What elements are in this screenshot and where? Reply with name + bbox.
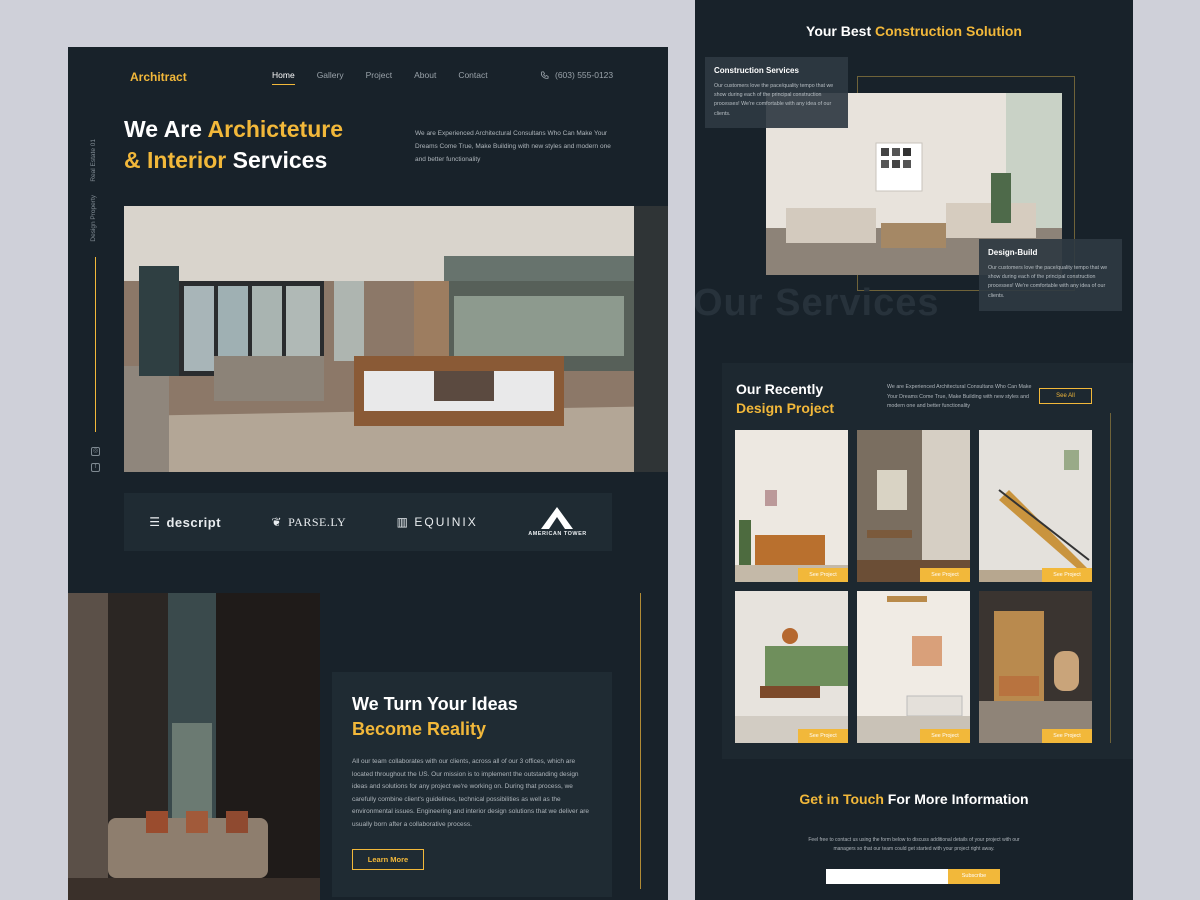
landing-right-panel: Your Best Construction Solution Construc… xyxy=(695,0,1133,900)
subscribe-email-input[interactable] xyxy=(826,869,948,884)
instagram-icon[interactable]: ◎ xyxy=(91,447,100,456)
phone-icon xyxy=(540,70,549,79)
recent-projects-section: Our Recently Design Project We are Exper… xyxy=(722,363,1133,759)
hero-title-part: We Are xyxy=(124,116,208,142)
logo[interactable]: Architract xyxy=(130,70,187,84)
contact-title: Get in Touch For More Information xyxy=(695,790,1133,809)
construction-services-title: Construction Services xyxy=(714,66,799,75)
hero-description: We are Experienced Architectural Consult… xyxy=(415,130,611,163)
ideas-text: All our team collaborates with our clien… xyxy=(352,758,590,828)
see-project-button[interactable]: See Project xyxy=(1042,568,1092,582)
brand-descript: ☰ descript xyxy=(149,515,221,530)
facebook-icon[interactable]: f xyxy=(91,463,100,472)
hero-title: We Are Archicteture & Interior Services xyxy=(124,114,424,176)
see-project-button[interactable]: See Project xyxy=(798,729,848,743)
our-services-watermark: Our Services xyxy=(695,282,940,324)
contact-title-part: For More Information xyxy=(883,791,1029,807)
hero-title-accent: Archicteture xyxy=(207,116,343,142)
ideas-card: We Turn Your Ideas Become Reality All ou… xyxy=(332,672,612,897)
see-project-button[interactable]: See Project xyxy=(1042,729,1092,743)
hero-title-part-2: Services xyxy=(226,147,328,173)
phone[interactable]: (603) 555-0123 xyxy=(540,70,613,80)
ideas-title-accent: Become Reality xyxy=(352,719,487,739)
design-build-text: Our customers love the pace/quality temp… xyxy=(988,265,1108,299)
american-tower-logo-icon xyxy=(541,507,574,529)
nav-project[interactable]: Project xyxy=(366,70,392,85)
construction-services-text: Our customers love the pace/quality temp… xyxy=(714,83,834,117)
design-build-card: Design-Build Our customers love the pace… xyxy=(979,239,1122,311)
nav-about[interactable]: About xyxy=(414,70,436,85)
project-tile[interactable]: See Project xyxy=(857,430,970,582)
project-tile[interactable]: See Project xyxy=(735,430,848,582)
projects-description: We are Experienced Architectural Consult… xyxy=(887,384,1032,409)
equinix-logo-icon: ▥ xyxy=(396,515,409,529)
brand-equinix: ▥ EQUINIX xyxy=(397,515,478,529)
project-tile[interactable]: See Project xyxy=(979,430,1092,582)
brand-parsely: ❦ PARSE.LY xyxy=(272,515,347,530)
side-label-real-estate: Real Estate 01 xyxy=(90,139,97,182)
contact-title-accent: Get in Touch xyxy=(799,791,884,807)
phone-number: (603) 555-0123 xyxy=(555,70,614,80)
project-tile[interactable]: See Project xyxy=(857,591,970,743)
design-build-title: Design-Build xyxy=(988,248,1038,257)
project-tile[interactable]: See Project xyxy=(979,591,1092,743)
services-heading-accent: Construction Solution xyxy=(875,23,1022,39)
services-heading-part: Your Best xyxy=(806,23,875,39)
brand-american-tower-name: AMERICAN TOWER xyxy=(528,531,587,537)
brand-american-tower: AMERICAN TOWER xyxy=(528,507,587,537)
construction-services-card: Construction Services Our customers love… xyxy=(705,57,848,128)
learn-more-button[interactable]: Learn More xyxy=(352,849,424,870)
brand-parsely-name: PARSE.LY xyxy=(288,514,347,529)
parsely-leaf-icon: ❦ xyxy=(271,515,283,529)
see-project-button[interactable]: See Project xyxy=(920,568,970,582)
services-heading: Your Best Construction Solution xyxy=(695,23,1133,39)
subscribe-button[interactable]: Subscribe xyxy=(948,869,1000,884)
side-divider xyxy=(95,257,96,432)
nav-home[interactable]: Home xyxy=(272,70,295,85)
ideas-title: We Turn Your Ideas Become Reality xyxy=(352,692,592,742)
living-room-image xyxy=(68,593,320,900)
project-tile[interactable]: See Project xyxy=(735,591,848,743)
projects-title: Our Recently Design Project xyxy=(736,380,834,418)
ideas-divider xyxy=(640,593,641,889)
brand-descript-name: descript xyxy=(166,514,222,530)
descript-logo-icon: ☰ xyxy=(149,515,161,529)
ideas-title-line: We Turn Your Ideas xyxy=(352,694,518,714)
landing-left-panel: Architract Home Gallery Project About Co… xyxy=(68,47,668,900)
client-logos-bar: ☰ descript ❦ PARSE.LY ▥ EQUINIX AMERICAN TO… xyxy=(124,493,612,551)
side-label-design: Design Property xyxy=(90,195,97,242)
nav-gallery[interactable]: Gallery xyxy=(317,70,344,85)
see-project-button[interactable]: See Project xyxy=(798,568,848,582)
see-all-button[interactable]: See All xyxy=(1039,388,1092,404)
hero-bedroom-image xyxy=(124,206,668,472)
hero-title-accent-2: & Interior xyxy=(124,147,227,173)
see-project-button[interactable]: See Project xyxy=(920,729,970,743)
main-nav: Home Gallery Project About Contact xyxy=(272,70,488,85)
nav-contact[interactable]: Contact xyxy=(458,70,487,85)
brand-equinix-name: EQUINIX xyxy=(414,515,478,529)
contact-description: Feel free to contact us using the form b… xyxy=(808,837,1020,852)
projects-title-accent: Design Project xyxy=(736,400,835,416)
projects-divider xyxy=(1110,413,1111,743)
projects-title-line: Our Recently xyxy=(736,381,824,397)
